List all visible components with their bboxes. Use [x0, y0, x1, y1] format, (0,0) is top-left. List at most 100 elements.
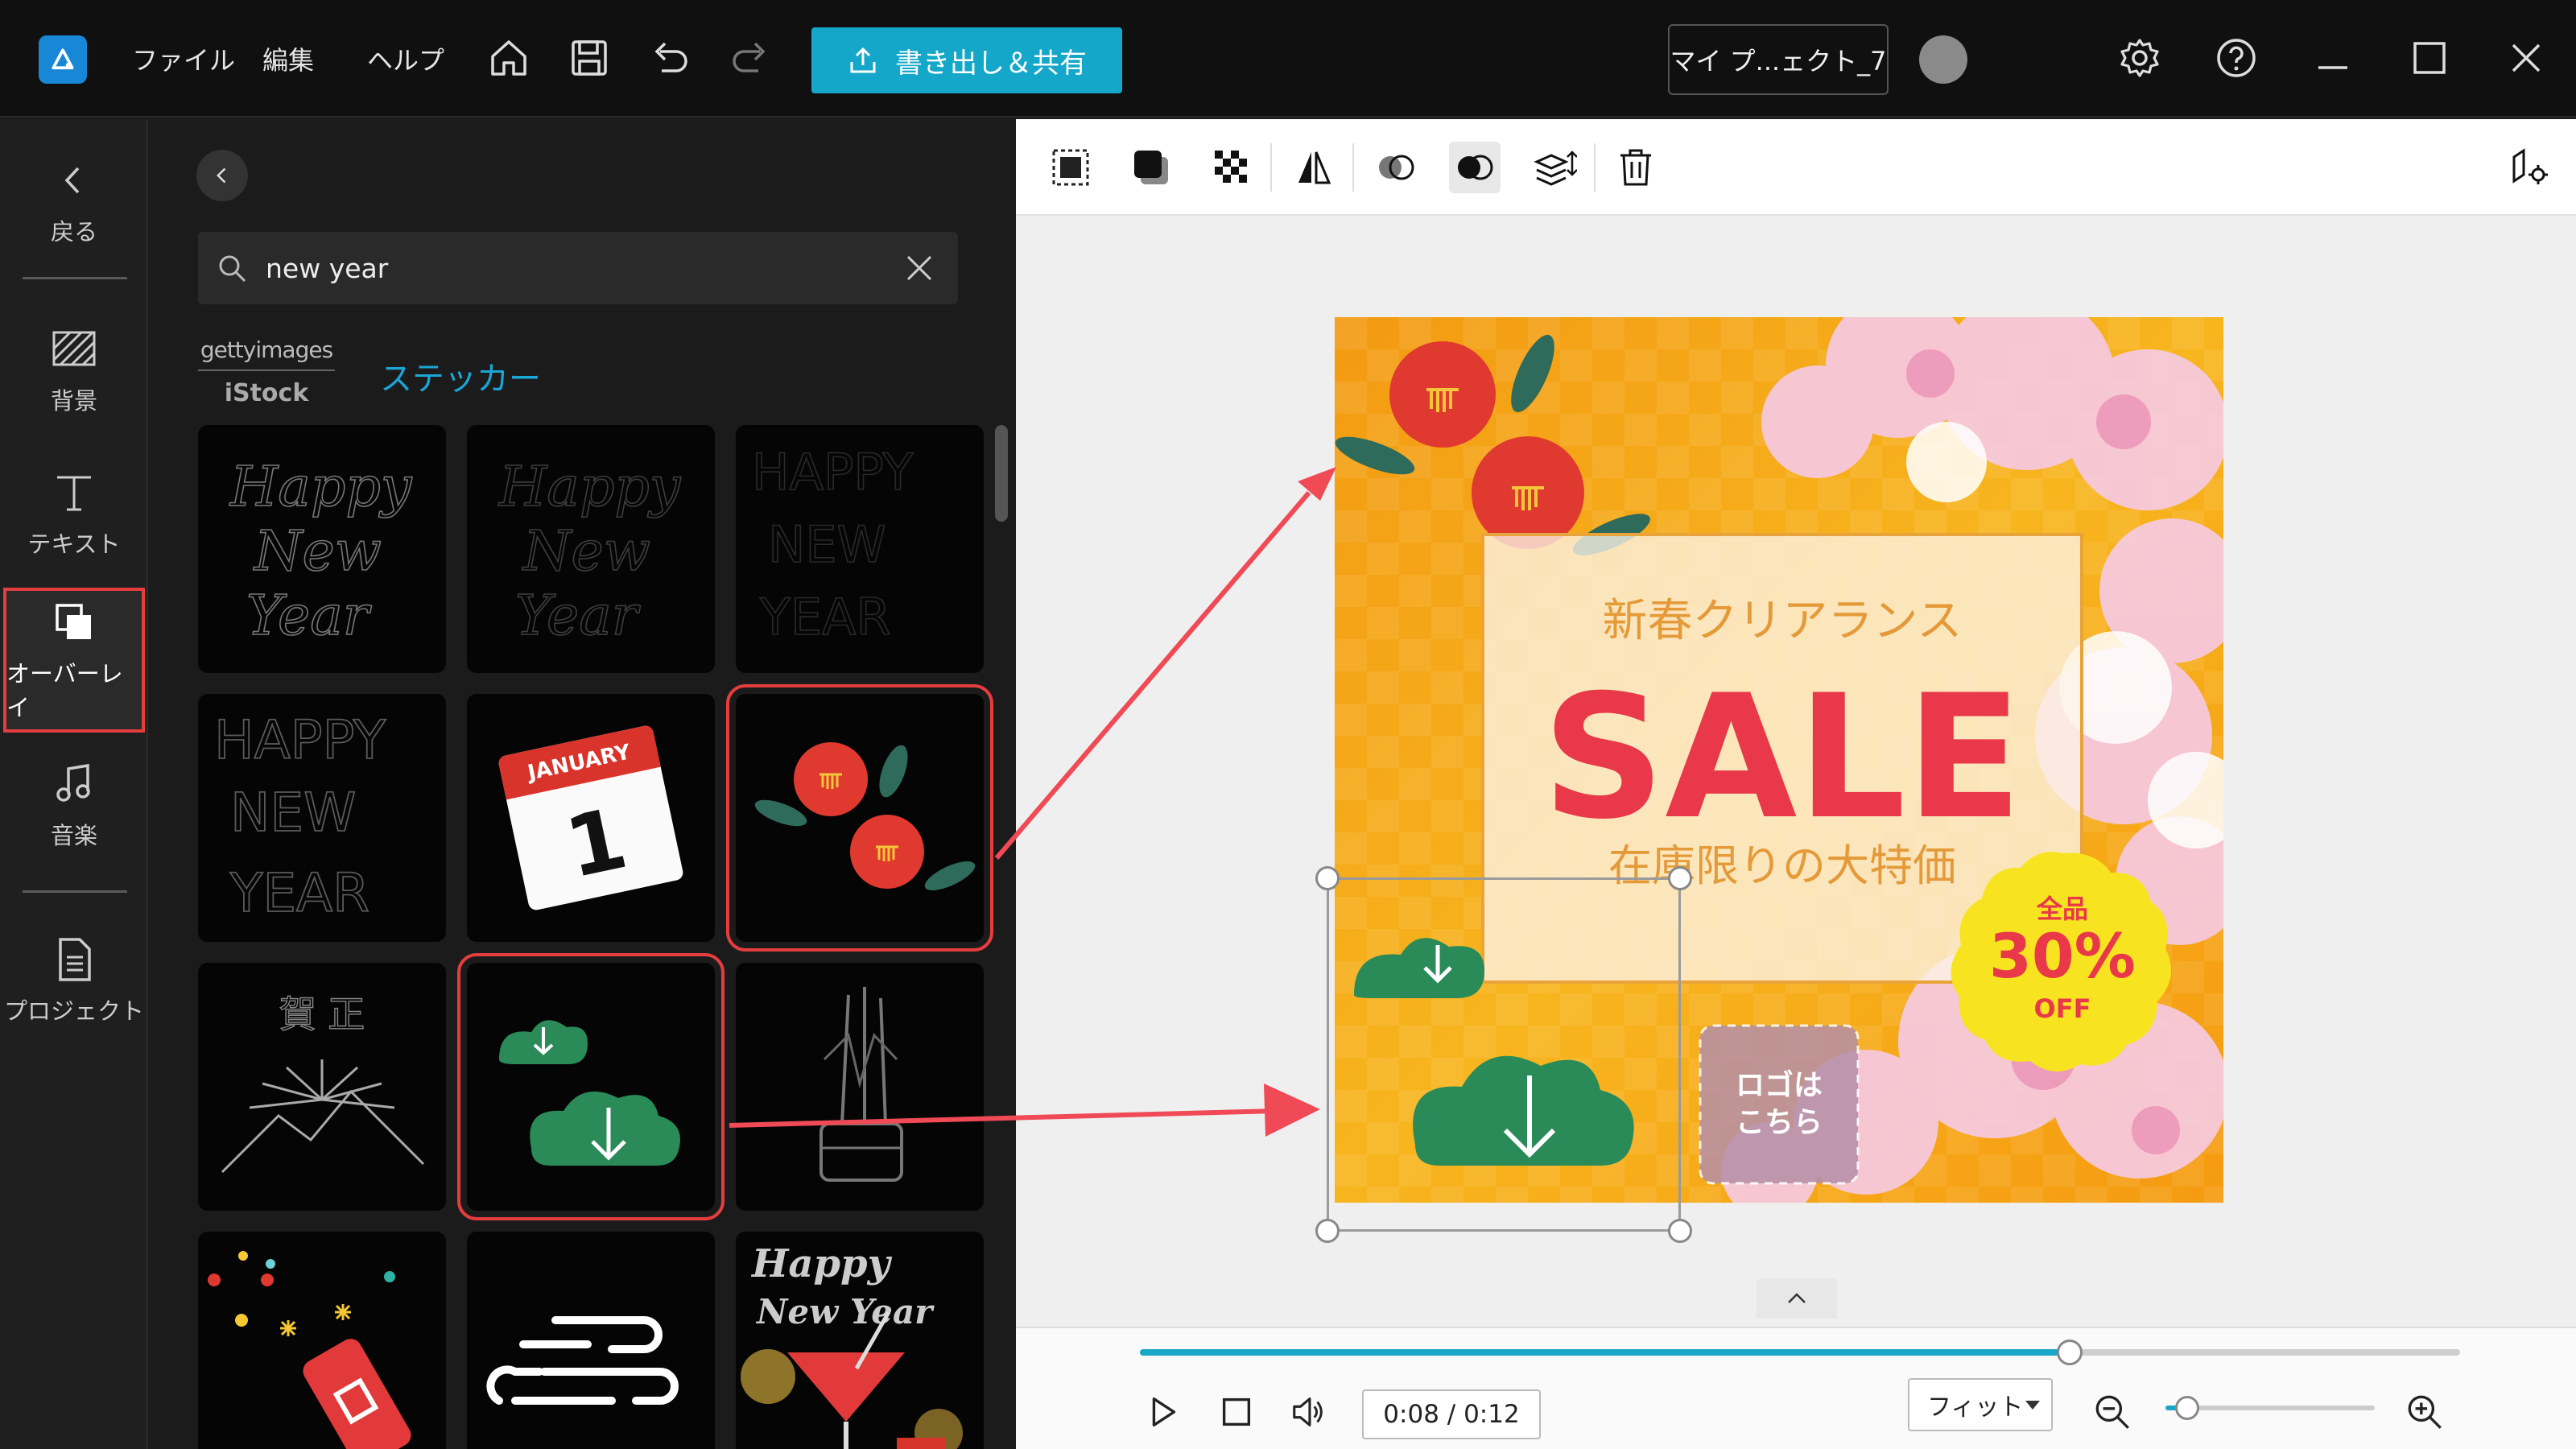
- nav-text[interactable]: テキスト: [0, 441, 148, 586]
- script-text-year: Year: [246, 584, 372, 648]
- playback-progress-fill: [1140, 1349, 2070, 1356]
- sticker-kadomatsu[interactable]: [736, 963, 984, 1211]
- logo-placeholder-line1: ロゴは: [1736, 1068, 1823, 1102]
- redo-icon[interactable]: [724, 32, 776, 84]
- clear-search-icon[interactable]: [903, 252, 935, 284]
- zoom-mode-label: フィット: [1927, 1393, 2024, 1422]
- selection-bounding-box[interactable]: [1315, 866, 1692, 1243]
- block-text-happy: HAPPY: [752, 443, 913, 502]
- help-icon[interactable]: [2211, 32, 2262, 84]
- shadow-icon[interactable]: [1125, 142, 1177, 193]
- sticker-clouds-line[interactable]: [467, 1232, 715, 1449]
- canvas-subtitle-text: 新春クリアランス: [1603, 595, 1963, 647]
- overlay-panel: gettyimages iStock ステッカー Happy New Year …: [150, 119, 1014, 1449]
- sticker-happy-new-year-cocktail[interactable]: Happy New Year: [736, 1232, 984, 1449]
- gettyimages-source-logo[interactable]: gettyimages iStock: [198, 336, 335, 417]
- stop-icon[interactable]: [1211, 1386, 1262, 1438]
- app-logo-icon[interactable]: [39, 35, 87, 84]
- playback-progress-track[interactable]: [1140, 1340, 2460, 1365]
- nav-project[interactable]: プロジェクト: [0, 908, 148, 1053]
- app-window: ファイル 編集 ヘルプ 書き出し＆共有 マイ プ...ェクト_7 戻る 背景 テ…: [0, 0, 2576, 1449]
- caret-down-icon: [2025, 1401, 2040, 1410]
- avatar[interactable]: [1919, 35, 1967, 84]
- sticker-pine-tree[interactable]: [457, 953, 724, 1220]
- block-text-new: NEW: [230, 782, 356, 844]
- home-icon[interactable]: [483, 32, 535, 84]
- chevron-up-icon: [1788, 1293, 1806, 1303]
- music-note-icon: [56, 763, 90, 802]
- expand-timeline-button[interactable]: [1757, 1278, 1837, 1319]
- canvas-settings-icon[interactable]: [2504, 142, 2555, 193]
- sticker-happy-new-year-block-dark[interactable]: HAPPY NEW YEAR: [736, 425, 984, 673]
- left-navigation: 戻る 背景 テキスト オーバーレイ 音楽 プロジェクト: [0, 119, 148, 1449]
- panel-scrollbar[interactable]: [995, 425, 1008, 522]
- title-bar: ファイル 編集 ヘルプ 書き出し＆共有 マイ プ...ェクト_7: [0, 0, 2576, 118]
- sticker-calendar-january[interactable]: JANUARY 1: [467, 694, 715, 942]
- sticker-happy-new-year-script-dark[interactable]: Happy New Year: [467, 425, 715, 673]
- opacity-checker-icon[interactable]: [1206, 142, 1257, 193]
- block-text-year: YEAR: [759, 588, 891, 646]
- export-share-button[interactable]: 書き出し＆共有: [811, 27, 1122, 93]
- flip-icon[interactable]: [1288, 142, 1340, 193]
- resize-handle-bottom-left[interactable]: [1315, 1219, 1340, 1243]
- minimize-icon[interactable]: [2307, 32, 2359, 84]
- gear-icon[interactable]: [2114, 32, 2165, 84]
- menu-edit[interactable]: 編集: [262, 40, 314, 77]
- badge-bottom-text: OFF: [2034, 993, 2091, 1024]
- editor-area: 新春クリアランス SALE 在庫限りの大特価 全品 30% OFF ロゴは こち…: [1016, 119, 2576, 1449]
- hny-text-new-year: New Year: [755, 1292, 935, 1331]
- select-crop-icon[interactable]: [1045, 142, 1096, 193]
- overlay-squares-icon: [56, 604, 91, 639]
- chevron-left-icon: [217, 167, 226, 184]
- menu-help[interactable]: ヘルプ: [367, 40, 444, 77]
- play-icon[interactable]: [1137, 1386, 1188, 1438]
- tab-sticker[interactable]: ステッカー: [380, 353, 541, 399]
- sticker-happy-new-year-script[interactable]: Happy New Year: [198, 425, 446, 673]
- undo-icon[interactable]: [644, 32, 696, 84]
- chevron-left-icon: [64, 167, 80, 194]
- nav-divider: [23, 277, 127, 279]
- zoom-mode-dropdown[interactable]: フィット: [1908, 1378, 2053, 1431]
- search-icon: [219, 255, 246, 283]
- sticker-firecracker[interactable]: [198, 1232, 446, 1449]
- project-name-field[interactable]: マイ プ...ェクト_7: [1668, 24, 1889, 95]
- save-icon[interactable]: [564, 32, 615, 84]
- search-box: [198, 232, 958, 304]
- maximize-icon[interactable]: [2404, 32, 2455, 84]
- resize-handle-bottom-right[interactable]: [1668, 1219, 1692, 1243]
- nav-music[interactable]: 音楽: [0, 733, 148, 877]
- menu-file[interactable]: ファイル: [132, 40, 235, 77]
- editor-toolbar: [1016, 119, 2576, 216]
- search-input[interactable]: [266, 232, 877, 304]
- sticker-gasho-sunrise[interactable]: 賀 正: [198, 963, 446, 1211]
- sticker-camellia-flowers[interactable]: [726, 684, 993, 952]
- text-t-icon: [57, 476, 91, 511]
- toolbar-divider: [1270, 143, 1272, 192]
- nav-back[interactable]: 戻る: [0, 129, 148, 274]
- layer-order-icon[interactable]: [1530, 142, 1581, 193]
- volume-icon[interactable]: [1283, 1386, 1335, 1438]
- resize-handle-top-left[interactable]: [1315, 866, 1340, 890]
- canvas-headline-text: SALE: [1542, 658, 2023, 857]
- resize-handle-top-right[interactable]: [1668, 866, 1692, 890]
- zoom-slider[interactable]: [2165, 1396, 2375, 1420]
- script-text-happy: Happy: [497, 456, 682, 519]
- script-text-year: Year: [515, 584, 641, 648]
- script-text-new: New: [253, 520, 382, 584]
- upload-icon: [850, 47, 876, 73]
- nav-overlay[interactable]: オーバーレイ: [3, 588, 145, 733]
- mask-icon[interactable]: [1449, 142, 1501, 193]
- zoom-in-icon[interactable]: [2399, 1386, 2450, 1438]
- hny-text-happy: Happy: [750, 1241, 893, 1286]
- zoom-slider-knob[interactable]: [2175, 1396, 2199, 1420]
- trash-icon[interactable]: [1610, 142, 1662, 193]
- nav-background[interactable]: 背景: [0, 298, 148, 443]
- playback-progress-knob[interactable]: [2056, 1340, 2083, 1365]
- background-pattern-icon: [52, 331, 96, 366]
- panel-back-button[interactable]: [196, 150, 248, 201]
- zoom-out-icon[interactable]: [2087, 1386, 2138, 1438]
- close-icon[interactable]: [2500, 32, 2552, 84]
- script-text-new: New: [522, 520, 650, 584]
- sticker-happy-new-year-block[interactable]: HAPPY NEW YEAR: [198, 694, 446, 942]
- blend-mode-icon[interactable]: [1370, 142, 1422, 193]
